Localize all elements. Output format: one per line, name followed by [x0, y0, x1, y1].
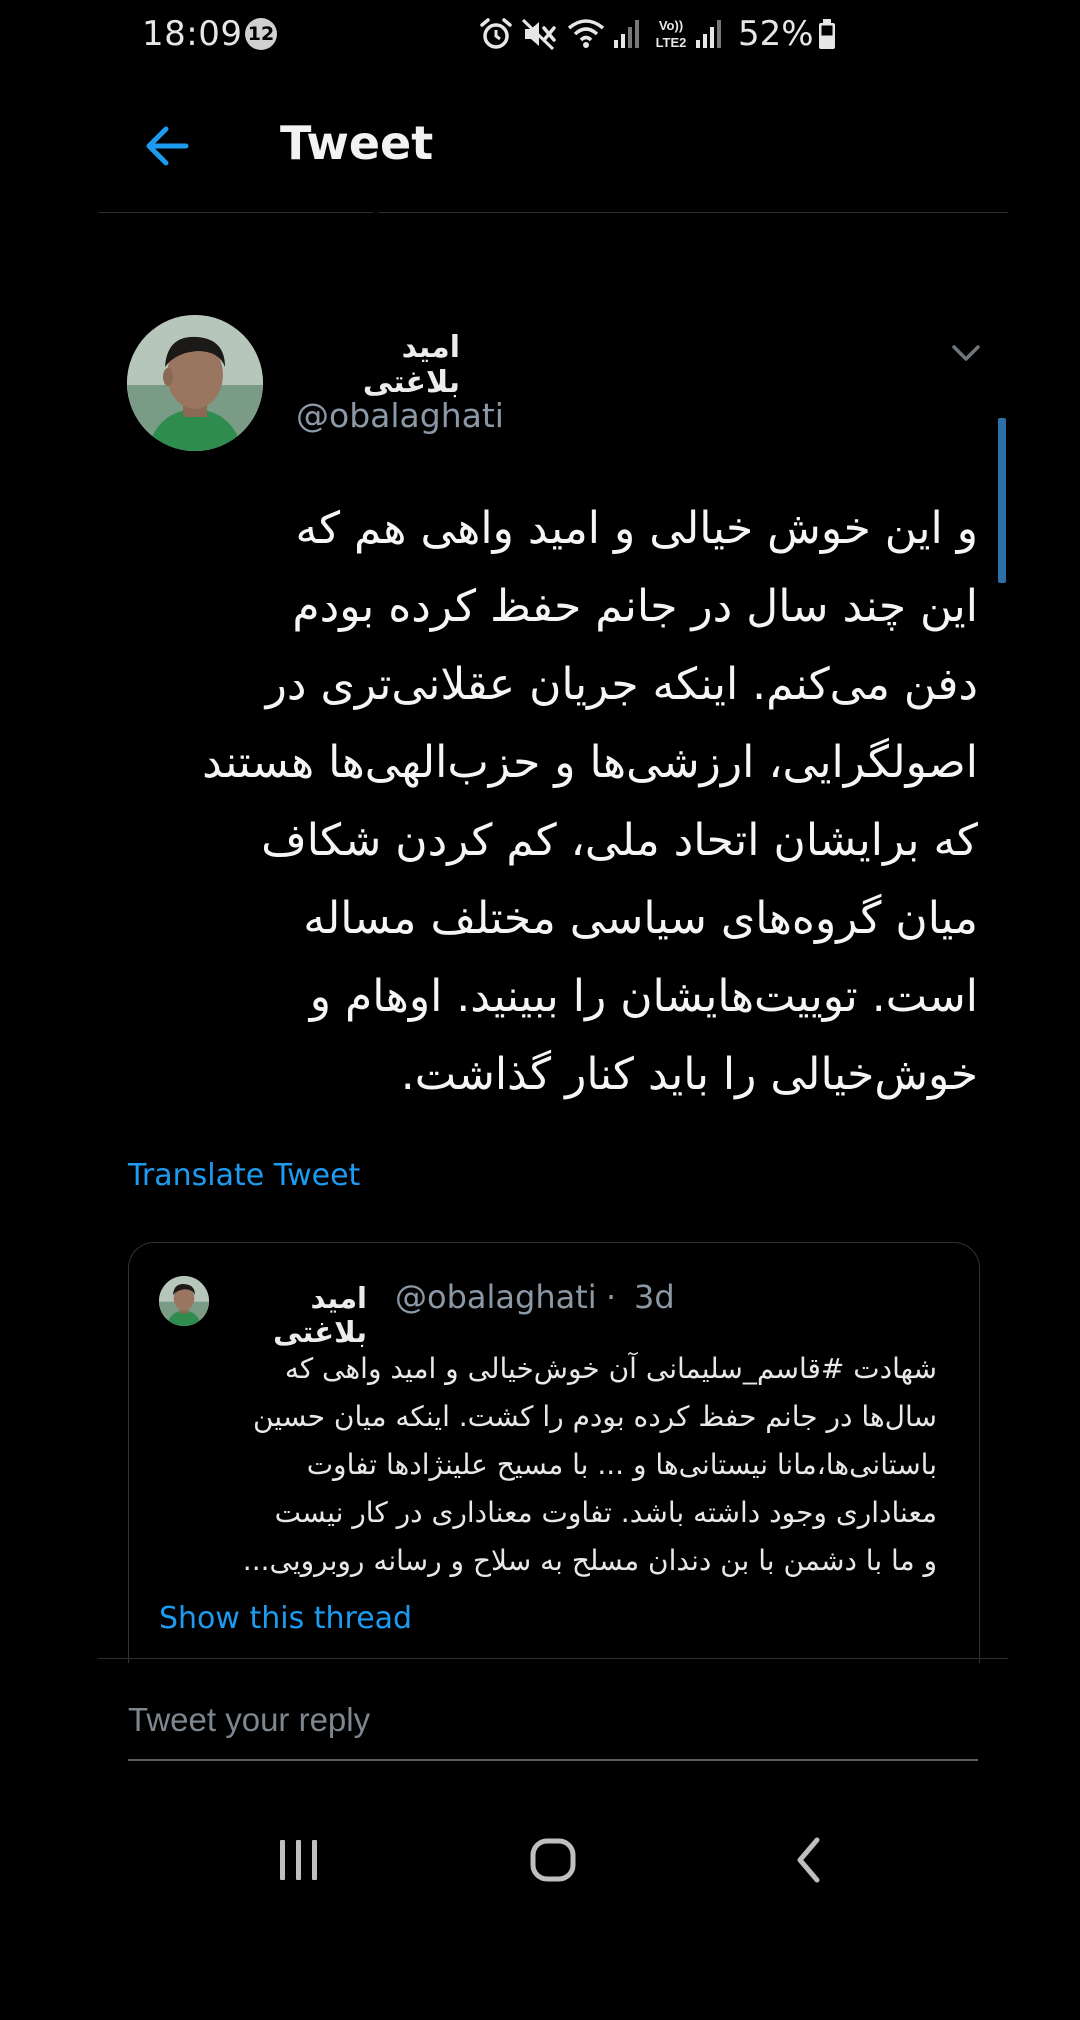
tweet-text-line: این چند سال در جانم حفظ کرده بودم — [292, 581, 978, 632]
nav-home-button[interactable] — [503, 1810, 603, 1910]
separator-dot: · — [606, 1278, 617, 1316]
tweet-text-line: خوش‌خیالی را باید کنار گذاشت. — [400, 1049, 978, 1100]
notification-count-badge: 12 — [245, 18, 277, 50]
quoted-text-line: باستانی‌ها،مانا نیستانی‌ها و ... با مسیح… — [306, 1448, 937, 1481]
nav-back-icon — [797, 1837, 820, 1883]
quoted-text-line: سال‌ها در جانم حفظ کرده بودم را کشت. این… — [252, 1400, 937, 1433]
arrow-left-icon — [146, 126, 189, 166]
reply-input[interactable] — [128, 1690, 978, 1750]
signal-icon — [614, 20, 639, 48]
tweet-text-line: اصولگرایی، ارزشی‌ها و حزب‌الهی‌ها هستند — [202, 737, 978, 788]
tweet-menu-button[interactable] — [946, 338, 986, 368]
home-icon — [530, 1838, 576, 1882]
tweet-text-line: دفن می‌کنم. اینکه جریان عقلانی‌تری در — [265, 659, 978, 710]
header-divider — [378, 212, 1008, 213]
quoted-text-line: شهادت #قاسم_سلیمانی آن خوش‌خیالی و امید … — [284, 1352, 937, 1385]
status-time: 18:09 — [142, 14, 243, 54]
translate-tweet-link[interactable]: Translate Tweet — [128, 1158, 360, 1193]
status-bar: 18:09 12 Vo)) LTE2 52% — [0, 0, 1080, 70]
scroll-indicator[interactable] — [998, 418, 1006, 583]
signal-icon — [696, 20, 721, 48]
tweet-text-line: است. توییت‌هایشان را ببینید. اوهام و — [309, 971, 978, 1022]
header-divider — [98, 212, 373, 213]
quoted-tweet-date: 3d — [634, 1278, 675, 1316]
recents-icon — [280, 1840, 317, 1880]
tweet-text-line: میان گروه‌های سیاسی مختلف مساله — [303, 893, 978, 944]
nav-recents-button[interactable] — [249, 1810, 349, 1910]
reply-input-underline — [128, 1759, 978, 1761]
mute-icon — [521, 18, 556, 51]
show-thread-link[interactable]: Show this thread — [159, 1601, 412, 1636]
quoted-text-line: و ما با دشمن با بن دندان مسلح به سلاح و … — [242, 1544, 937, 1577]
avatar-photo — [127, 315, 263, 451]
quoted-tweet-card[interactable]: امید بلاغتی @obalaghati · 3d شهادت #قاسم… — [128, 1242, 980, 1663]
quoted-author-avatar — [159, 1276, 209, 1326]
quoted-text-line: معناداری وجود داشته باشد. تفاوت معناداری… — [274, 1496, 937, 1529]
battery-icon — [819, 19, 835, 49]
svg-text:LTE2: LTE2 — [656, 35, 687, 50]
reply-divider — [98, 1658, 1008, 1659]
tweet-text-line: که برایشان اتحاد ملی، کم کردن شکاف — [261, 815, 978, 866]
back-button[interactable] — [138, 116, 198, 176]
avatar-photo — [159, 1276, 209, 1326]
svg-text:Vo)): Vo)) — [659, 18, 683, 33]
author-avatar[interactable] — [127, 315, 263, 451]
tweet-text: و این خوش خیالی و امید واهی هم که این چن… — [130, 490, 978, 1114]
author-name[interactable]: امید بلاغتی — [300, 330, 460, 400]
wifi-icon — [567, 19, 605, 48]
quoted-tweet-text: شهادت #قاسم_سلیمانی آن خوش‌خیالی و امید … — [153, 1345, 937, 1585]
quoted-author-handle: @obalaghati — [395, 1278, 597, 1316]
author-handle[interactable]: @obalaghati — [296, 396, 504, 435]
page-title: Tweet — [280, 116, 434, 170]
nav-back-button[interactable] — [760, 1810, 860, 1910]
battery-percentage: 52% — [738, 14, 814, 54]
chevron-down-icon — [952, 345, 980, 361]
quoted-author-name: امید بلاغتی — [273, 1281, 367, 1349]
alarm-icon — [480, 18, 512, 49]
tweet-text-line: و این خوش خیالی و امید واهی هم که — [295, 503, 979, 554]
lte-network-icon: Vo)) LTE2 — [656, 18, 687, 50]
